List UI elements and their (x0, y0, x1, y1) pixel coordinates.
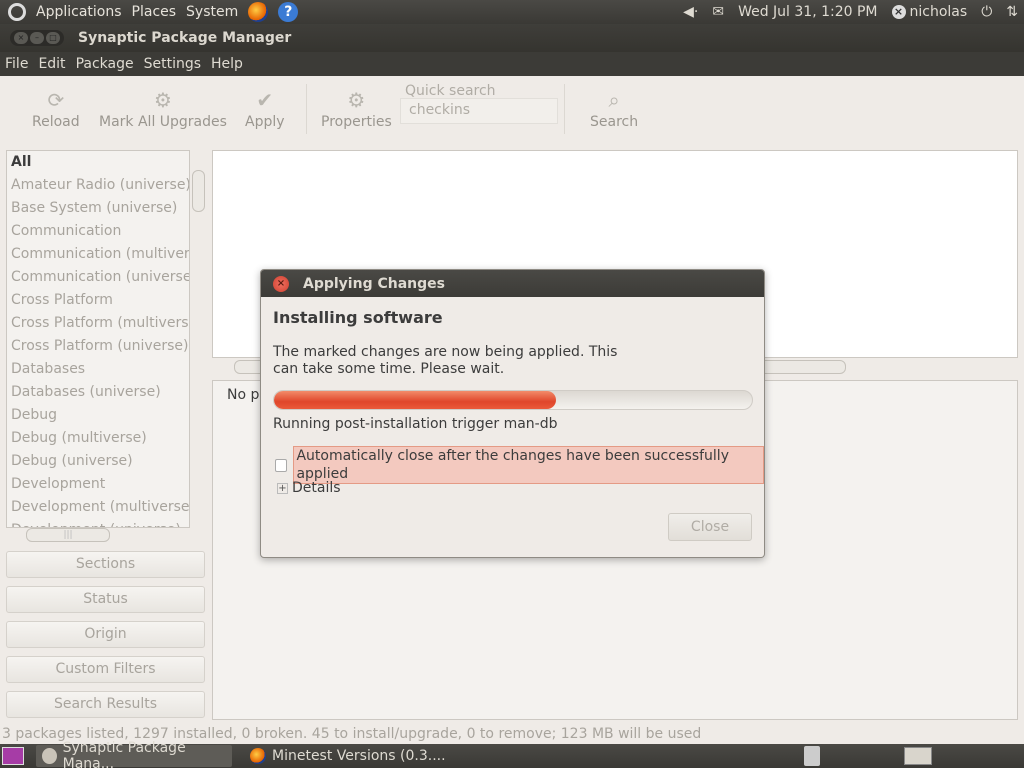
network-icon[interactable]: ⇅ (1006, 4, 1018, 20)
toolbar-separator (564, 84, 565, 134)
progress-bar (273, 390, 753, 410)
section-item[interactable]: Base System (universe) (7, 197, 189, 220)
section-item[interactable]: Communication (multiverse) (7, 243, 189, 266)
clock[interactable]: Wed Jul 31, 1:20 PM (738, 4, 877, 20)
search-label: Search (590, 114, 639, 130)
search-icon: ⌕ (608, 88, 620, 112)
menu-package[interactable]: Package (76, 56, 134, 72)
top-panel: Applications Places System ? ◀· ✉ Wed Ju… (0, 0, 1024, 24)
details-expander[interactable]: + Details (277, 480, 341, 496)
maximize-window-button[interactable]: □ (46, 32, 60, 44)
reload-label: Reload (32, 114, 80, 130)
reload-button[interactable]: ⟳ Reload (32, 88, 80, 130)
taskbar-item-synaptic[interactable]: Synaptic Package Mana... (36, 740, 232, 768)
scrollbar-thumb[interactable] (192, 170, 205, 212)
section-item[interactable]: Debug (universe) (7, 450, 189, 473)
auto-close-option[interactable]: Automatically close after the changes ha… (275, 446, 764, 484)
taskbar-item-label: Minetest Versions (0.3.... (272, 748, 446, 764)
scrollbar-thumb[interactable]: ||| (26, 528, 110, 542)
applications-menu[interactable]: Applications (36, 4, 122, 20)
search-results-button[interactable]: Search Results (6, 691, 205, 718)
user-name[interactable]: nicholas (910, 4, 968, 20)
section-item-all[interactable]: All (7, 151, 189, 174)
sections-vertical-scrollbar[interactable] (191, 150, 205, 528)
dialog-message: The marked changes are now being applied… (273, 344, 618, 377)
mark-all-upgrades-button[interactable]: ⚙ Mark All Upgrades (99, 88, 227, 130)
quick-search-input[interactable]: checkins (400, 98, 558, 124)
places-menu[interactable]: Places (132, 4, 177, 20)
properties-button[interactable]: ⚙ Properties (321, 88, 392, 130)
menu-file[interactable]: File (5, 56, 28, 72)
mark-upgrades-icon: ⚙ (154, 88, 172, 112)
toolbar-separator (306, 84, 307, 134)
section-item[interactable]: Development (multiverse) (7, 496, 189, 519)
show-desktop-icon[interactable] (2, 747, 24, 765)
sections-filter-button[interactable]: Sections (6, 551, 205, 578)
firefox-launcher-icon[interactable] (248, 2, 269, 22)
taskbar-item-minetest[interactable]: Minetest Versions (0.3.... (244, 745, 452, 767)
status-filter-button[interactable]: Status (6, 586, 205, 613)
sections-horizontal-scrollbar[interactable]: ||| (6, 527, 204, 543)
firefox-icon (250, 748, 266, 764)
reload-icon: ⟳ (47, 88, 65, 112)
sections-list[interactable]: All Amateur Radio (universe) Base System… (6, 150, 190, 528)
progress-fill (274, 391, 557, 409)
section-item[interactable]: Cross Platform (7, 289, 189, 312)
user-status-icon: × (891, 5, 906, 19)
section-item[interactable]: Debug (multiverse) (7, 427, 189, 450)
menubar: File Edit Package Settings Help (0, 52, 1024, 76)
dialog-titlebar: × Applying Changes (261, 270, 764, 297)
mail-icon[interactable]: ✉ (712, 4, 724, 20)
help-launcher-icon[interactable]: ? (278, 2, 299, 22)
taskbar-item-label: Synaptic Package Mana... (62, 740, 186, 768)
section-item[interactable]: Databases (7, 358, 189, 381)
apply-check-icon: ✔ (256, 88, 274, 112)
section-item[interactable]: Communication (universe) (7, 266, 189, 289)
section-item[interactable]: Development (7, 473, 189, 496)
apply-button[interactable]: ✔ Apply (245, 88, 285, 130)
section-item[interactable]: Communication (7, 220, 189, 243)
properties-label: Properties (321, 114, 392, 130)
quick-search-label: Quick search (405, 83, 496, 99)
auto-close-checkbox[interactable] (275, 458, 288, 472)
bottom-panel: Synaptic Package Mana... Minetest Versio… (0, 740, 1024, 768)
custom-filters-button[interactable]: Custom Filters (6, 656, 205, 683)
window-title: Synaptic Package Manager (78, 30, 292, 46)
close-button[interactable]: Close (668, 513, 752, 541)
dialog-close-icon[interactable]: × (273, 275, 289, 292)
window-titlebar: × – □ Synaptic Package Manager (0, 24, 1024, 52)
trash-icon[interactable] (804, 746, 820, 766)
menu-settings[interactable]: Settings (144, 56, 201, 72)
origin-filter-button[interactable]: Origin (6, 621, 205, 648)
power-icon[interactable]: ⏻ (981, 4, 992, 20)
auto-close-label[interactable]: Automatically close after the changes ha… (293, 446, 764, 484)
synaptic-icon (42, 748, 57, 764)
system-menu[interactable]: System (186, 4, 238, 20)
workspace-switcher-icon[interactable] (904, 747, 932, 765)
section-item[interactable]: Debug (7, 404, 189, 427)
section-item[interactable]: Amateur Radio (universe) (7, 174, 189, 197)
dialog-title: Applying Changes (303, 275, 445, 292)
dialog-heading: Installing software (273, 308, 443, 327)
progress-status: Running post-installation trigger man-db (273, 416, 558, 432)
section-item[interactable]: Databases (universe) (7, 381, 189, 404)
properties-icon: ⚙ (347, 88, 366, 112)
volume-icon[interactable]: ◀· (683, 4, 698, 20)
menu-help[interactable]: Help (211, 56, 243, 72)
section-item[interactable]: Cross Platform (universe) (7, 335, 189, 358)
details-label[interactable]: Details (292, 480, 341, 496)
search-button[interactable]: ⌕ Search (590, 88, 638, 130)
mark-all-label: Mark All Upgrades (99, 114, 227, 130)
minimize-window-button[interactable]: – (30, 32, 44, 44)
apply-label: Apply (245, 114, 285, 130)
toolbar: ⟳ Reload ⚙ Mark All Upgrades ✔ Apply ⚙ P… (0, 76, 1024, 142)
close-window-button[interactable]: × (14, 32, 28, 44)
menu-edit[interactable]: Edit (38, 56, 65, 72)
applying-changes-dialog: × Applying Changes Installing software T… (260, 269, 765, 558)
expander-plus-icon[interactable]: + (277, 482, 288, 494)
section-item[interactable]: Cross Platform (multiverse) (7, 312, 189, 335)
ubuntu-logo-icon[interactable] (8, 3, 26, 21)
